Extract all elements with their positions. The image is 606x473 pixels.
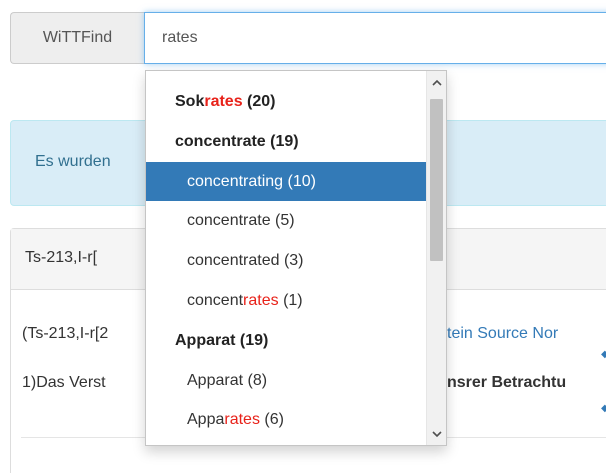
suggestion-item[interactable]: Apparat (8) [146, 361, 426, 401]
source-link[interactable]: stein Source Nor [439, 325, 558, 343]
sentence-text: 1)Das Verst [22, 374, 106, 391]
reference-text: (Ts-213,I-r[2 [22, 325, 109, 342]
autocomplete-list: Sokrates (20) concentrate (19) concentrati… [146, 82, 426, 445]
suggestion-item[interactable]: concentrates (1) [146, 281, 426, 321]
suggestion-item[interactable]: concentrating (10) [146, 161, 426, 202]
match-highlight: rates [224, 411, 260, 429]
suggestion-item[interactable]: Apparates (6) [146, 400, 426, 440]
suggestion-item[interactable]: concentrated (3) [146, 241, 426, 281]
scrollbar-thumb[interactable] [430, 99, 443, 261]
chevron-up-icon[interactable] [427, 73, 446, 91]
suggestion-group[interactable]: Apparat (19) [146, 321, 426, 361]
suggestion-group[interactable]: concentrate (19) [146, 122, 426, 162]
panel-title: Ts-213,I-r[ [25, 249, 98, 266]
bold-fragment: nsrer Betrachtu [447, 374, 567, 391]
match-highlight: rates [243, 291, 279, 309]
caret-down-icon[interactable]: ◆ [601, 403, 606, 414]
search-input[interactable] [144, 12, 606, 64]
wittfind-label: WiTTFind [10, 12, 144, 64]
match-highlight: rates [204, 93, 243, 110]
autocomplete-dropdown[interactable]: Sokrates (20) concentrate (19) concentrati… [145, 70, 447, 446]
suggestion-item[interactable]: concentrate (5) [146, 201, 426, 241]
suggestion-group[interactable]: Sokrates (20) [146, 82, 426, 122]
caret-down-icon[interactable]: ◆ [601, 349, 606, 360]
suggestion-item[interactable]: Apparaten (3) [146, 440, 426, 445]
dropdown-scrollbar[interactable] [426, 71, 446, 445]
alert-text: Es wurden [35, 153, 111, 170]
chevron-down-icon[interactable] [427, 425, 446, 443]
page: WiTTFind Es wurden Ts-213,I-r[ (Ts-213,I… [0, 0, 606, 473]
